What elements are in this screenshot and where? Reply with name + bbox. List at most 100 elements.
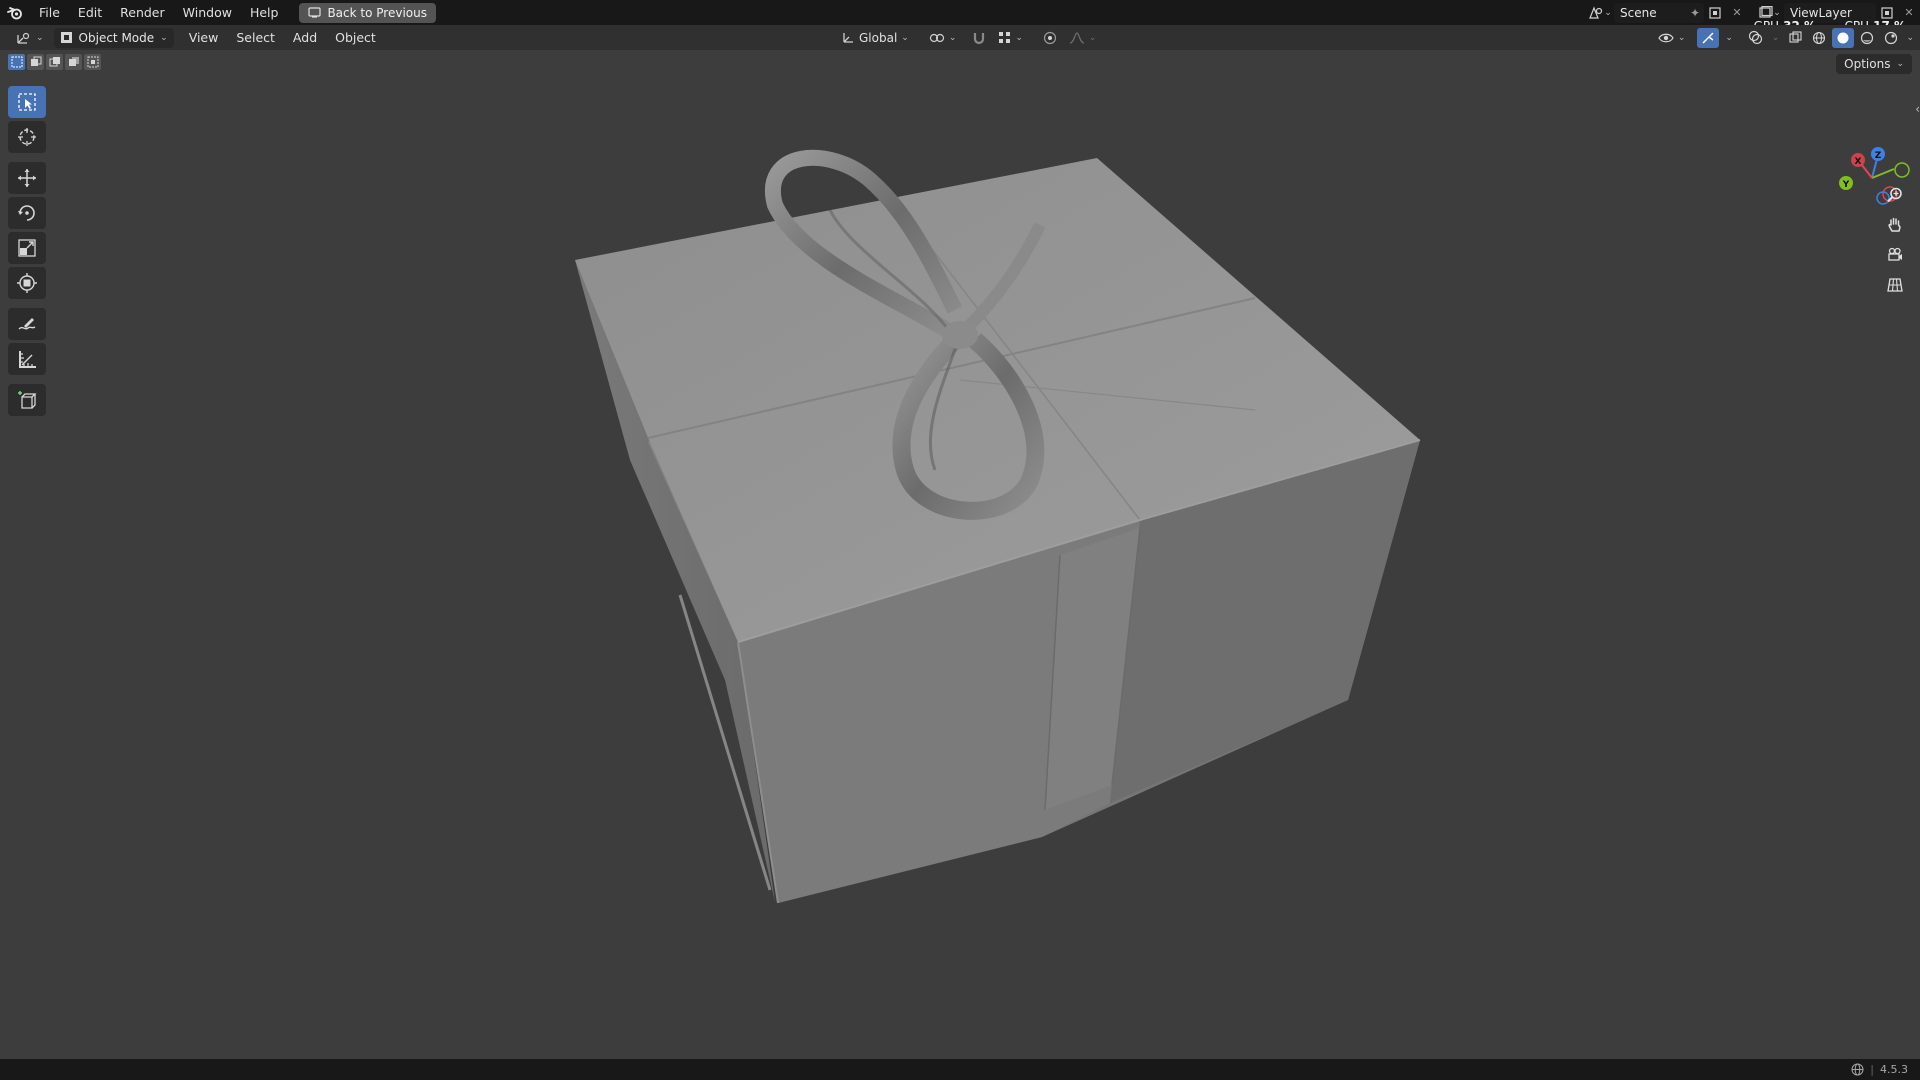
snap-grid-icon xyxy=(999,32,1011,43)
measure-tool[interactable] xyxy=(8,343,46,375)
pin-icon[interactable]: ✦ xyxy=(1690,3,1700,23)
transform-tool[interactable] xyxy=(8,267,46,299)
shading-solid-button[interactable] xyxy=(1832,27,1855,48)
shading-rendered-button[interactable] xyxy=(1880,28,1902,48)
select-difference-icon xyxy=(68,57,79,66)
overlays-icon xyxy=(1749,30,1763,45)
select-new-button[interactable] xyxy=(8,54,25,70)
proportional-edit-icon xyxy=(1043,31,1057,44)
select-subtract-button[interactable] xyxy=(46,54,63,70)
scale-tool[interactable] xyxy=(8,232,46,264)
wireframe-sphere-icon xyxy=(1813,31,1826,44)
select-difference-button[interactable] xyxy=(65,54,82,70)
shading-material-button[interactable] xyxy=(1856,28,1878,48)
editor-type-button[interactable]: ⌄ xyxy=(10,28,50,48)
object-mode-dropdown[interactable]: Object Mode ⌄ xyxy=(53,27,174,48)
measure-ruler-icon xyxy=(19,351,36,368)
select-extend-button[interactable] xyxy=(27,54,44,70)
3d-viewport[interactable]: Options ⌄ Z X Y ‹ xyxy=(0,50,1920,1059)
options-dropdown[interactable]: Options ⌄ xyxy=(1836,54,1912,74)
scene-name-field[interactable]: Scene ✦ xyxy=(1614,2,1704,23)
magnet-icon xyxy=(974,32,985,44)
scene-selector: ⌄ Scene ✦ ✕ xyxy=(1586,2,1748,23)
gizmo-icon xyxy=(1702,31,1714,44)
eye-icon xyxy=(1658,33,1674,42)
gizmo-axis-y-neg[interactable] xyxy=(1894,162,1910,178)
snap-toggle[interactable] xyxy=(968,28,990,48)
globe-icon xyxy=(1851,1063,1864,1076)
menu-edit[interactable]: Edit xyxy=(69,0,111,25)
viewport-header: ⌄ Object Mode ⌄ View Select Add Object G… xyxy=(0,25,1920,50)
blender-logo-icon[interactable] xyxy=(0,0,30,25)
perspective-toggle-button[interactable] xyxy=(1882,272,1908,298)
select-intersect-icon xyxy=(87,56,98,68)
menu-file[interactable]: File xyxy=(30,0,69,25)
object-mode-label: Object Mode xyxy=(78,30,155,45)
falloff-curve-icon xyxy=(1069,31,1085,44)
add-cube-icon xyxy=(18,391,37,409)
chevron-down-icon: ⌄ xyxy=(1896,59,1904,69)
rotate-icon xyxy=(18,205,35,221)
chevron-down-icon: ⌄ xyxy=(160,32,168,43)
camera-icon xyxy=(1888,247,1902,261)
orientation-label: Global xyxy=(859,30,898,45)
new-scene-icon[interactable] xyxy=(1704,3,1726,23)
camera-view-button[interactable] xyxy=(1882,242,1908,268)
select-mode-buttons xyxy=(8,54,101,70)
xray-toggle[interactable] xyxy=(1784,28,1806,48)
proportional-falloff-dropdown[interactable]: ⌄ xyxy=(1063,28,1103,48)
cursor-tool[interactable] xyxy=(8,121,46,153)
shading-wireframe-button[interactable] xyxy=(1808,28,1830,48)
menu-help[interactable]: Help xyxy=(241,0,288,25)
back-to-previous-button[interactable]: Back to Previous xyxy=(299,2,436,23)
select-box-tool[interactable] xyxy=(8,86,46,118)
tool-shelf xyxy=(8,86,48,419)
back-to-previous-label: Back to Previous xyxy=(327,5,427,20)
scene-icon[interactable]: ⌄ xyxy=(1586,3,1614,23)
gizmo-dropdown-icon[interactable]: ⌄ xyxy=(1725,33,1733,43)
select-subtract-icon xyxy=(49,57,60,67)
menu-select[interactable]: Select xyxy=(227,30,284,45)
annotate-tool[interactable] xyxy=(8,308,46,340)
status-bar: | 4.5.3 xyxy=(0,1059,1920,1080)
menu-object[interactable]: Object xyxy=(326,30,385,45)
overlays-dropdown-icon[interactable]: ⌄ xyxy=(1772,33,1780,43)
xray-icon xyxy=(1789,31,1802,43)
header-right-tools: ⌄ ⌄ ⌄ ⌄ xyxy=(1652,27,1914,48)
visibility-dropdown[interactable]: ⌄ xyxy=(1652,28,1692,48)
scene-name: Scene xyxy=(1620,5,1657,20)
scale-icon xyxy=(18,239,36,257)
select-intersect-button[interactable] xyxy=(84,54,101,70)
rendered-sphere-icon xyxy=(1885,31,1898,44)
menu-render[interactable]: Render xyxy=(111,0,174,25)
transform-orientation-dropdown[interactable]: Global ⌄ xyxy=(835,28,915,48)
blender-window: File Edit Render Window Help Back to Pre… xyxy=(0,0,1920,1080)
3d-viewport-icon xyxy=(17,32,30,44)
sidebar-toggle-icon[interactable]: ‹ xyxy=(1915,102,1920,116)
select-extend-icon xyxy=(30,56,41,66)
top-menu-bar: File Edit Render Window Help Back to Pre… xyxy=(0,0,1920,33)
gizmo-toggle[interactable] xyxy=(1697,27,1720,48)
grid-perspective-icon xyxy=(1887,278,1903,292)
snap-target-dropdown[interactable]: ⌄ xyxy=(992,28,1029,48)
overlays-toggle[interactable] xyxy=(1745,28,1767,48)
proportional-edit-toggle[interactable] xyxy=(1039,28,1061,48)
gizmo-label-x: X xyxy=(1855,157,1862,167)
add-cube-tool[interactable] xyxy=(8,384,46,416)
zoom-button[interactable] xyxy=(1882,182,1908,208)
menu-window[interactable]: Window xyxy=(174,0,241,25)
menu-view[interactable]: View xyxy=(180,30,228,45)
zoom-magnifier-icon xyxy=(1887,187,1902,203)
shading-dropdown-icon[interactable]: ⌄ xyxy=(1906,33,1914,43)
pan-button[interactable] xyxy=(1882,212,1908,238)
rotate-tool[interactable] xyxy=(8,197,46,229)
menu-add[interactable]: Add xyxy=(284,30,326,45)
screen-back-icon xyxy=(308,7,322,18)
pivot-point-dropdown[interactable]: ⌄ xyxy=(923,28,963,48)
move-tool[interactable] xyxy=(8,162,46,194)
transform-icon xyxy=(17,273,37,293)
remove-scene-icon[interactable]: ✕ xyxy=(1726,3,1748,23)
orientation-axes-icon xyxy=(843,32,853,43)
pivot-icon xyxy=(929,33,944,42)
blender-version: 4.5.3 xyxy=(1880,1063,1908,1076)
